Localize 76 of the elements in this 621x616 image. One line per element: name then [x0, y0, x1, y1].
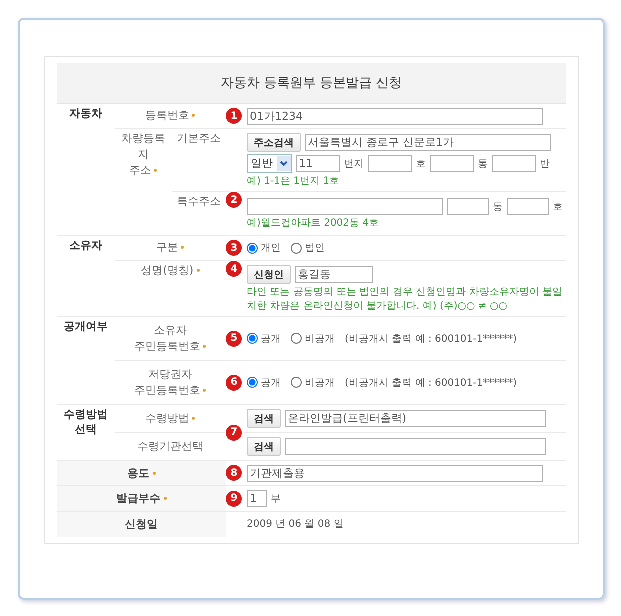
- field-label: 신청일: [125, 518, 158, 531]
- group-label: 자동차: [68, 106, 104, 121]
- radio-option[interactable]: 공개: [247, 332, 281, 346]
- unit-label: 통: [478, 158, 488, 170]
- radio-option[interactable]: 개인: [247, 241, 281, 255]
- hint-text: 예) 1-1은 1번지 1호: [247, 175, 340, 189]
- field-label: 소유자: [152, 322, 188, 338]
- field-label: 구분: [118, 240, 224, 256]
- unit-label: 동: [493, 200, 503, 214]
- radio-option[interactable]: 법인: [291, 241, 325, 255]
- step-badge: 3: [226, 240, 242, 256]
- text-field[interactable]: 기관제출용: [247, 464, 543, 482]
- group-label: 수령방법: [62, 407, 109, 422]
- field-label: 등록번호: [118, 108, 224, 124]
- text-field[interactable]: [430, 155, 474, 172]
- group-label: 선택: [74, 422, 98, 437]
- hint-text: 타인 또는 공동명의 또는 법인의 경우 신청인명과 차량소유자명이 불일치한 차량은 온라인신청이 불가합니다. 예) (주)○○ ≠ ○○: [247, 286, 563, 314]
- radio-option[interactable]: 공개: [247, 376, 281, 390]
- text-field[interactable]: [285, 438, 546, 455]
- radio-option[interactable]: 비공개: [291, 332, 335, 346]
- field-label: 수령방법: [118, 410, 224, 426]
- unit-label: 호: [416, 158, 426, 170]
- step-badge: 5: [226, 330, 242, 346]
- step-badge: 2: [226, 192, 242, 208]
- text-field[interactable]: 11: [296, 155, 340, 172]
- text-field[interactable]: [507, 198, 549, 215]
- text-field[interactable]: 온라인발급(프린터출력): [285, 410, 546, 427]
- field-label: 주민등록번호: [118, 382, 224, 398]
- text-field[interactable]: 01가1234: [247, 108, 543, 124]
- group-label: 공개여부: [62, 319, 109, 334]
- search-button[interactable]: 신청인: [247, 265, 291, 284]
- chevron-down-icon: [277, 156, 291, 171]
- text-field[interactable]: 홍길동: [295, 266, 373, 283]
- group-label: 소유자: [68, 238, 104, 253]
- note-text: (비공개시 출력 예 : 600101-1******): [345, 332, 518, 346]
- step-badge: 4: [226, 261, 242, 277]
- address-field[interactable]: 서울특별시 종로구 신문로1가: [305, 134, 551, 151]
- text-field[interactable]: [492, 155, 536, 172]
- step-badge: 1: [226, 108, 242, 124]
- field-label: 차량등록지: [120, 131, 166, 163]
- date-text: 2009 년 06 월 08 일: [247, 519, 344, 530]
- dropdown[interactable]: 일반: [247, 154, 292, 173]
- text-field[interactable]: [447, 198, 489, 215]
- radio-button[interactable]: [291, 242, 302, 254]
- field-label: 용도: [128, 466, 156, 480]
- field-label: 기본주소: [176, 131, 222, 147]
- field-label: 주소: [118, 163, 170, 179]
- step-badge: 9: [226, 490, 242, 506]
- radio-button[interactable]: [247, 333, 258, 344]
- text-field[interactable]: 1: [247, 490, 267, 507]
- search-button[interactable]: 검색: [247, 437, 281, 456]
- radio-button[interactable]: [247, 242, 258, 254]
- search-button[interactable]: 검색: [247, 409, 281, 428]
- radio-button[interactable]: [291, 377, 302, 388]
- radio-option[interactable]: 비공개: [291, 376, 335, 390]
- radio-button[interactable]: [291, 333, 302, 344]
- field-label: 주민등록번호: [118, 338, 224, 354]
- field-label: 수령기관선택: [136, 438, 204, 454]
- radio-button[interactable]: [247, 377, 258, 388]
- form-title: 자동차 등록원부 등본발급 신청: [220, 76, 402, 91]
- step-badge: 6: [226, 374, 242, 390]
- unit-label: 반: [540, 158, 550, 170]
- field-label: 성명(명칭): [118, 263, 224, 279]
- unit-label: 부: [271, 492, 281, 506]
- field-label: 특수주소: [176, 194, 222, 210]
- step-badge: 8: [226, 465, 242, 481]
- note-text: (비공개시 출력 예 : 600101-1******): [345, 376, 518, 390]
- text-field[interactable]: [368, 155, 412, 172]
- address-search-button[interactable]: 주소검색: [247, 133, 301, 152]
- hint-text: 예)월드컵아파트 2002동 4호: [247, 217, 380, 231]
- field-label: 발급부수: [116, 492, 167, 505]
- field-label: 저당권자: [147, 366, 194, 382]
- unit-label: 호: [553, 200, 563, 214]
- step-badge: 7: [226, 424, 242, 440]
- unit-label: 번지: [344, 158, 364, 170]
- text-field[interactable]: [247, 198, 443, 215]
